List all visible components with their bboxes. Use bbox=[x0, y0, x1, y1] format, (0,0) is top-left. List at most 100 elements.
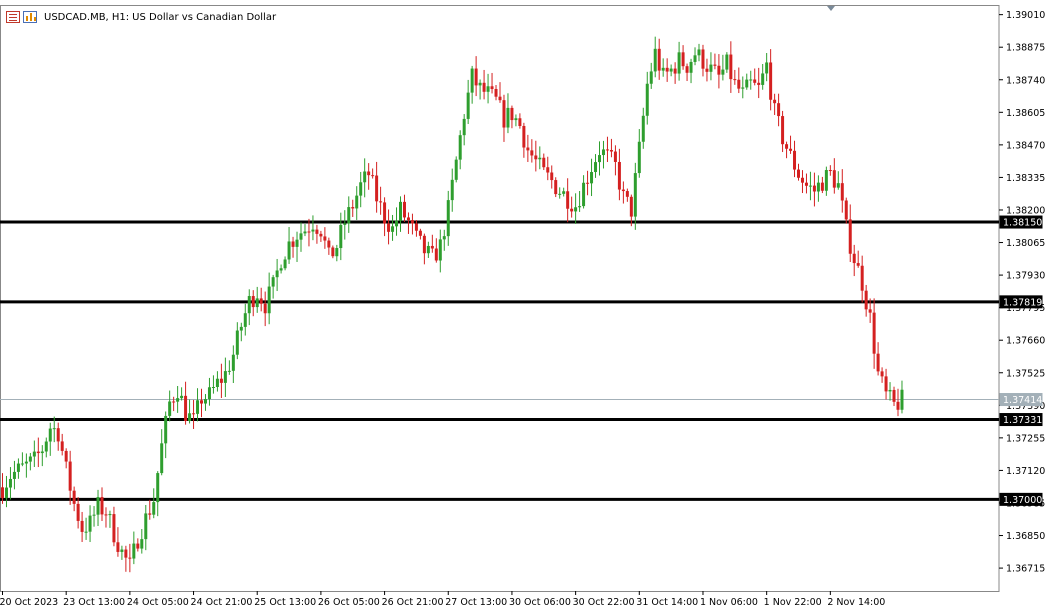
bear-candle bbox=[868, 309, 872, 313]
level-price-tag: 1.38150 bbox=[1003, 218, 1042, 229]
bull-candle bbox=[231, 354, 235, 371]
bear-candle bbox=[773, 99, 777, 104]
bear-candle bbox=[554, 180, 558, 195]
chart-window[interactable]: 1.39010 1.38875 1.38740 1.38605 1.38470 1.383… bbox=[0, 0, 1054, 612]
bull-candle bbox=[363, 171, 367, 183]
bear-candle bbox=[518, 118, 522, 126]
bull-candle bbox=[311, 229, 315, 232]
bull-candle bbox=[355, 195, 359, 209]
bear-candle bbox=[351, 207, 355, 209]
bull-candle bbox=[176, 398, 180, 402]
bear-candle bbox=[128, 557, 132, 559]
level-price-tag: 1.37331 bbox=[1003, 415, 1042, 426]
bull-candle bbox=[574, 207, 578, 212]
bear-candle bbox=[828, 170, 832, 172]
y-tick-label: 1.37930 bbox=[1006, 271, 1045, 282]
y-tick-label: 1.38605 bbox=[1006, 108, 1045, 119]
x-tick-label: 30 Oct 22:00 bbox=[573, 597, 635, 608]
bull-candle bbox=[661, 67, 665, 71]
bull-candle bbox=[506, 107, 510, 128]
bear-candle bbox=[848, 219, 852, 254]
bear-candle bbox=[367, 171, 371, 176]
bid-price-tag: 1.37414 bbox=[1003, 395, 1042, 406]
bear-candle bbox=[729, 54, 733, 80]
y-tick-label: 1.38875 bbox=[1006, 43, 1045, 54]
bull-candle bbox=[653, 48, 657, 72]
bull-candle bbox=[108, 514, 112, 516]
bear-candle bbox=[657, 48, 661, 71]
bull-candle bbox=[44, 441, 48, 452]
x-tick-label: 24 Oct 05:00 bbox=[127, 597, 189, 608]
bear-candle bbox=[251, 296, 255, 308]
bull-candle bbox=[693, 55, 697, 62]
bear-candle bbox=[570, 208, 574, 212]
bull-candle bbox=[458, 135, 462, 160]
bull-candle bbox=[598, 155, 601, 163]
bull-candle bbox=[180, 395, 184, 399]
bull-candle bbox=[168, 401, 172, 416]
bull-candle bbox=[749, 79, 753, 81]
bull-candle bbox=[16, 463, 20, 472]
bear-candle bbox=[884, 376, 888, 392]
bull-candle bbox=[462, 118, 466, 136]
bear-candle bbox=[812, 185, 816, 192]
bull-candle bbox=[900, 389, 904, 410]
bull-candle bbox=[594, 162, 598, 173]
bull-candle bbox=[486, 86, 490, 92]
bull-candle bbox=[4, 487, 8, 499]
bull-candle bbox=[140, 539, 144, 549]
x-tick-label: 23 Oct 13:00 bbox=[63, 597, 125, 608]
bull-candle bbox=[343, 223, 347, 225]
x-tick-label: 2 Nov 14:00 bbox=[827, 597, 885, 608]
bear-candle bbox=[605, 149, 609, 151]
y-tick-label: 1.36715 bbox=[1006, 564, 1045, 575]
bear-candle bbox=[705, 68, 709, 72]
bull-candle bbox=[24, 461, 28, 464]
bear-candle bbox=[422, 235, 426, 254]
bear-candle bbox=[259, 298, 263, 304]
bull-candle bbox=[40, 451, 44, 454]
bull-candle bbox=[725, 54, 729, 70]
bull-candle bbox=[144, 513, 148, 540]
bull-candle bbox=[709, 64, 713, 72]
bull-candle bbox=[299, 233, 303, 240]
bull-candle bbox=[765, 62, 769, 74]
bear-candle bbox=[872, 312, 876, 354]
bear-candle bbox=[502, 100, 506, 128]
bull-candle bbox=[669, 68, 673, 72]
y-tick-label: 1.37660 bbox=[1006, 336, 1045, 347]
bear-candle bbox=[757, 82, 761, 85]
y-tick-label: 1.37120 bbox=[1006, 466, 1045, 477]
bull-candle bbox=[446, 200, 450, 237]
y-tick-label: 1.39010 bbox=[1006, 10, 1045, 21]
bull-candle bbox=[637, 141, 641, 174]
bear-candle bbox=[307, 231, 311, 233]
y-tick-label: 1.38335 bbox=[1006, 173, 1045, 184]
bull-candle bbox=[235, 330, 239, 355]
bear-candle bbox=[494, 88, 498, 97]
bear-candle bbox=[112, 514, 116, 543]
symbol-label: USDCAD.MB, H1: bbox=[44, 11, 130, 23]
bull-candle bbox=[160, 443, 164, 474]
bear-candle bbox=[482, 82, 486, 92]
bear-candle bbox=[192, 413, 196, 415]
bull-candle bbox=[239, 326, 243, 331]
bear-candle bbox=[136, 543, 140, 549]
bull-candle bbox=[641, 115, 645, 142]
order-list-icon[interactable] bbox=[6, 11, 20, 23]
x-tick-label: 30 Oct 06:00 bbox=[509, 597, 571, 608]
chart-bars-icon[interactable] bbox=[23, 11, 37, 23]
symbol-description: US Dollar vs Canadian Dollar bbox=[132, 11, 277, 23]
level-price-tag: 1.37819 bbox=[1003, 297, 1042, 308]
bull-candle bbox=[243, 313, 247, 327]
bear-candle bbox=[753, 79, 757, 83]
bear-candle bbox=[406, 217, 410, 221]
bull-candle bbox=[12, 471, 16, 479]
chart-title-bar: USDCAD.MB, H1: US Dollar vs Canadian Dol… bbox=[6, 9, 276, 25]
bear-candle bbox=[681, 52, 685, 67]
bull-candle bbox=[697, 49, 701, 56]
candlestick-chart[interactable]: 1.39010 1.38875 1.38740 1.38605 1.38470 1.383… bbox=[0, 0, 1054, 612]
bear-candle bbox=[383, 202, 387, 224]
bull-candle bbox=[438, 239, 442, 261]
y-tick-label: 1.38470 bbox=[1006, 140, 1045, 151]
